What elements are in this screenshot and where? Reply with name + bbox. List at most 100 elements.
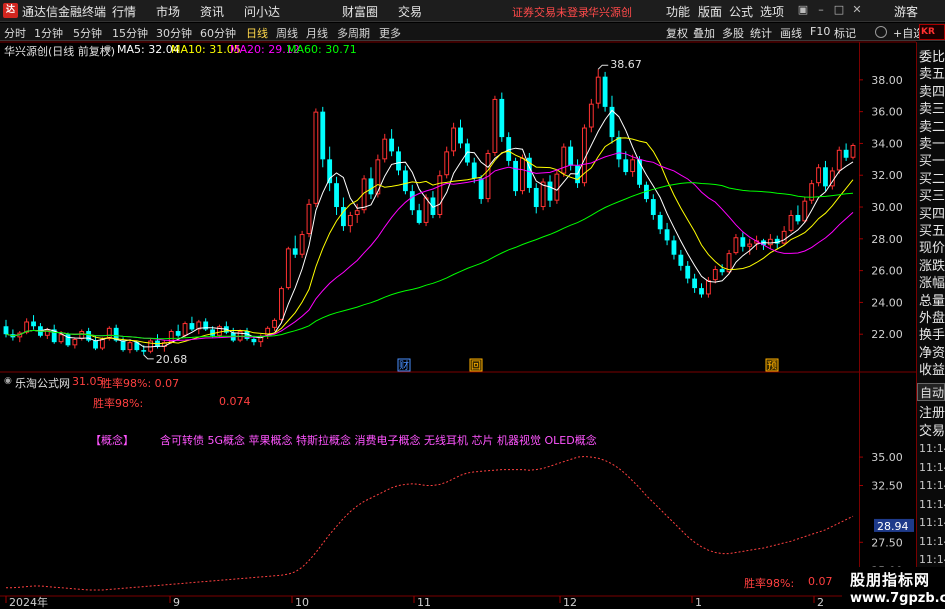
candle-body	[733, 237, 739, 254]
candle-body	[685, 265, 691, 279]
candle-body	[767, 238, 773, 246]
price-tick-label: 34.00	[871, 137, 903, 150]
candle-body	[354, 210, 360, 215]
candle-body	[444, 151, 450, 176]
candle-body	[3, 326, 9, 335]
indicator-tick-label: 35.00	[871, 451, 903, 464]
candle-body	[299, 234, 305, 255]
candle-body	[823, 167, 828, 187]
candle-body	[409, 191, 415, 211]
watermark: 股朋指标网 www.7gpzb.com	[842, 567, 945, 609]
candle-body	[313, 111, 319, 204]
candle-body	[478, 178, 484, 200]
candle-body	[781, 230, 787, 244]
candle-body	[31, 321, 36, 327]
high-marker-line	[597, 64, 609, 70]
candle-body	[251, 338, 257, 343]
candle-body	[499, 98, 505, 138]
candle-body	[279, 288, 284, 320]
candle-body	[306, 203, 312, 235]
price-tick-label: 22.00	[871, 328, 903, 341]
candle-body	[389, 138, 395, 152]
candle-body	[533, 187, 539, 208]
candle-body	[802, 200, 808, 222]
candle-body	[850, 145, 856, 158]
candle-body	[699, 288, 704, 295]
ma60-line	[5, 182, 854, 340]
date-tick-label: 10	[295, 596, 309, 609]
candle-body	[719, 269, 725, 273]
candle-body	[320, 111, 326, 160]
candle-body	[210, 329, 215, 336]
candle-body	[272, 319, 277, 328]
candle-body	[705, 280, 711, 295]
candle-body	[175, 331, 181, 336]
candle-body	[347, 214, 353, 227]
price-tick-label: 24.00	[871, 296, 903, 309]
date-tick-label: 1	[695, 596, 702, 609]
candle-body	[650, 199, 656, 215]
date-tick-label: 2	[817, 596, 824, 609]
kline-chart[interactable]: 22.00 24.00 26.00 28.00 30.00 32.00 34.00 36.00…	[0, 0, 945, 609]
candle-body	[437, 175, 443, 215]
candle-body	[93, 340, 98, 349]
candle-body	[285, 248, 291, 289]
candle-body	[520, 157, 525, 192]
candle-body	[595, 76, 601, 104]
candle-body	[72, 338, 78, 346]
candle-body	[292, 248, 298, 255]
indicator-tick-label: 32.50	[871, 479, 903, 492]
indicator-tick-label: 27.50	[871, 536, 903, 549]
candle-body	[464, 143, 470, 163]
candle-body	[671, 240, 677, 255]
candle-body	[747, 243, 753, 247]
event-marker-label: 财	[399, 359, 409, 372]
price-tick-label: 32.00	[871, 169, 903, 182]
candle-body	[451, 127, 457, 152]
candle-body	[630, 159, 636, 173]
candle-body	[402, 170, 408, 192]
current-value-tag: 28.94	[877, 520, 909, 533]
candle-body	[843, 149, 849, 158]
candle-body	[740, 237, 746, 247]
ma5-line	[5, 109, 854, 348]
price-tick-label: 38.00	[871, 74, 903, 87]
price-tick-label: 30.00	[871, 201, 903, 214]
price-tick-label: 26.00	[871, 265, 903, 278]
low-marker-line	[143, 354, 154, 360]
candle-body	[141, 350, 147, 352]
price-tick-label: 28.00	[871, 233, 903, 246]
candle-body	[568, 146, 574, 166]
candle-body	[492, 98, 498, 153]
candle-body	[678, 254, 684, 266]
candle-body	[24, 321, 30, 333]
candle-body	[58, 334, 64, 343]
candle-body	[664, 229, 670, 241]
date-tick-label: 9	[173, 596, 180, 609]
candle-body	[836, 149, 842, 171]
indicator-line	[6, 455, 854, 591]
candle-body	[561, 146, 567, 174]
candle-body	[396, 151, 401, 171]
ma10-line	[5, 137, 854, 345]
watermark-title: 股朋指标网	[850, 571, 931, 589]
candle-body	[623, 159, 629, 173]
date-tick-label: 12	[563, 596, 577, 609]
candle-body	[334, 183, 339, 208]
price-tick-label: 36.00	[871, 106, 903, 119]
candle-body	[79, 331, 85, 339]
candle-body	[657, 214, 663, 230]
candle-body	[182, 323, 188, 336]
candle-body	[382, 138, 388, 160]
candle-body	[99, 338, 105, 349]
candle-body	[127, 342, 133, 351]
candle-body	[816, 167, 821, 184]
event-marker-label: 预	[767, 360, 777, 372]
candle-body	[788, 214, 794, 231]
candle-body	[471, 162, 477, 179]
candle-body	[189, 323, 195, 330]
event-marker-label: 回	[471, 360, 481, 372]
high-marker-label: 38.67	[610, 58, 642, 71]
candle-body	[368, 178, 374, 195]
candle-body	[120, 340, 126, 351]
